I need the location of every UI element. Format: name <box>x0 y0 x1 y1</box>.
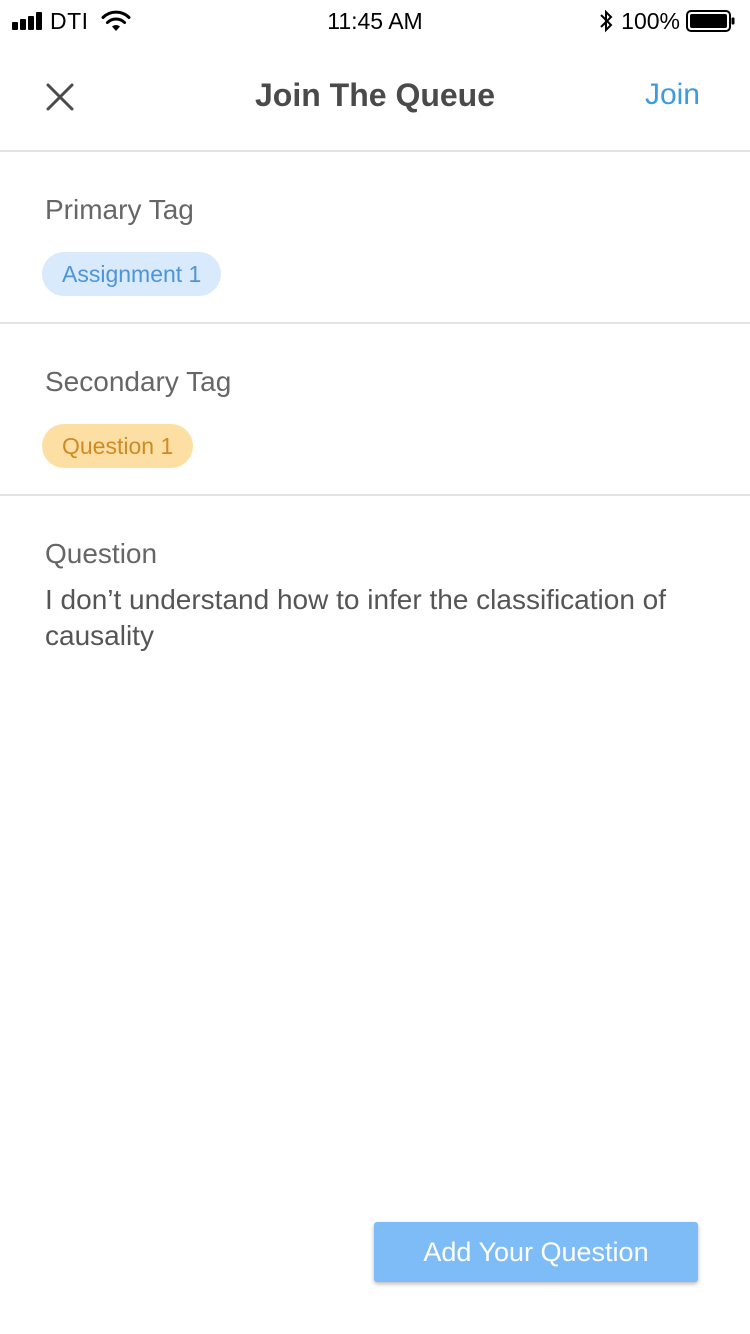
primary-tag-label: Primary Tag <box>45 194 194 225</box>
join-button[interactable]: Join <box>645 78 700 112</box>
status-right: 100% <box>599 8 736 34</box>
primary-tag-chip[interactable]: Assignment 1 <box>42 252 222 296</box>
question-text[interactable]: I don’t understand how to infer the clas… <box>45 582 705 654</box>
question-label: Question <box>45 538 158 569</box>
battery-icon <box>686 10 735 32</box>
bluetooth-icon <box>600 9 613 33</box>
nav-bar: Join The Queue Join <box>0 40 750 152</box>
secondary-tag-chip[interactable]: Question 1 <box>42 424 194 468</box>
secondary-tag-section: Secondary Tag Question 1 <box>0 324 750 496</box>
primary-tag-section: Primary Tag Assignment 1 <box>0 152 750 324</box>
secondary-tag-label: Secondary Tag <box>45 366 232 397</box>
page-title: Join The Queue <box>254 77 496 113</box>
battery-percent: 100% <box>621 7 680 34</box>
status-bar: DTI 11:45 AM 100% <box>0 0 750 40</box>
add-question-button[interactable]: Add Your Question <box>374 1222 698 1282</box>
